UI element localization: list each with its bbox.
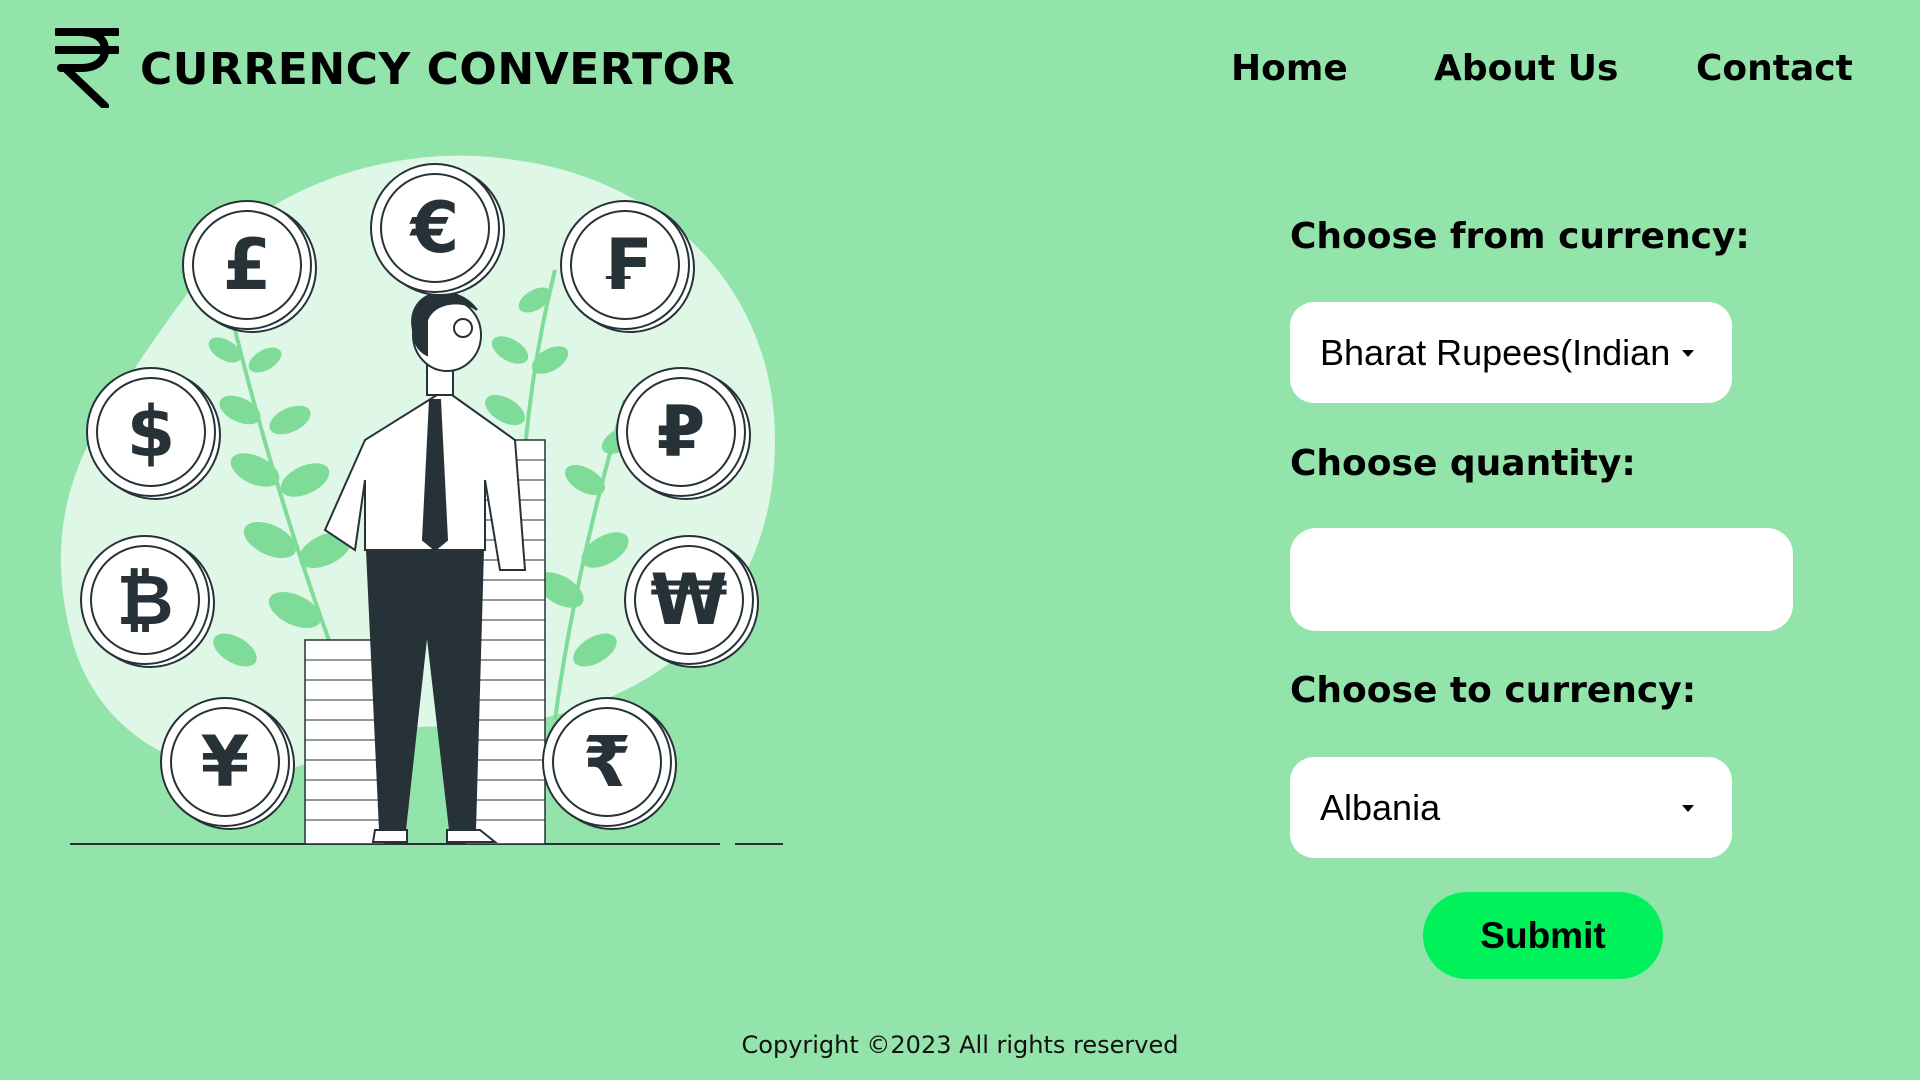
svg-text:£: £ (223, 224, 272, 306)
chevron-down-icon (1682, 350, 1694, 357)
converter-form: Choose from currency: Bharat Rupees(Indi… (1290, 0, 1890, 1080)
svg-text:₣: ₣ (601, 224, 650, 306)
submit-button[interactable]: Submit (1423, 892, 1663, 979)
pound-coin-icon: £ (182, 200, 317, 333)
dollar-coin-icon: $ (86, 367, 221, 500)
ruble-coin-icon: ₽ (616, 367, 751, 500)
currency-illustration: £ € ₣ $ ₽ ₿ ₩ ¥ ₹ (60, 155, 783, 845)
bitcoin-coin-icon: ₿ (80, 535, 215, 668)
svg-text:$: $ (127, 391, 176, 473)
euro-coin-icon: € (370, 163, 505, 296)
site-title: CURRENCY CONVERTOR (140, 44, 735, 95)
yen-coin-icon: ¥ (160, 697, 295, 830)
quantity-label: Choose quantity: (1290, 443, 1636, 484)
footer-copyright: Copyright ©2023 All rights reserved (741, 1031, 1179, 1059)
won-coin-icon: ₩ (624, 535, 759, 668)
svg-text:₹: ₹ (583, 721, 632, 803)
chevron-down-icon (1682, 805, 1694, 812)
rupee-logo-icon (55, 28, 119, 108)
from-currency-label: Choose from currency: (1290, 216, 1750, 257)
svg-text:€: € (409, 187, 460, 269)
from-currency-value: Bharat Rupees(Indian (1320, 332, 1671, 373)
to-currency-select[interactable]: Albania (1290, 757, 1732, 858)
rupee-coin-icon: ₹ (542, 697, 677, 830)
svg-text:₩: ₩ (650, 559, 727, 641)
to-currency-value: Albania (1320, 787, 1441, 828)
svg-text:₿: ₿ (116, 559, 173, 641)
from-currency-select[interactable]: Bharat Rupees(Indian (1290, 302, 1732, 403)
franc-coin-icon: ₣ (560, 200, 695, 333)
quantity-input[interactable] (1290, 528, 1793, 631)
svg-text:₽: ₽ (657, 391, 706, 473)
svg-text:¥: ¥ (201, 721, 250, 803)
to-currency-label: Choose to currency: (1290, 670, 1697, 711)
